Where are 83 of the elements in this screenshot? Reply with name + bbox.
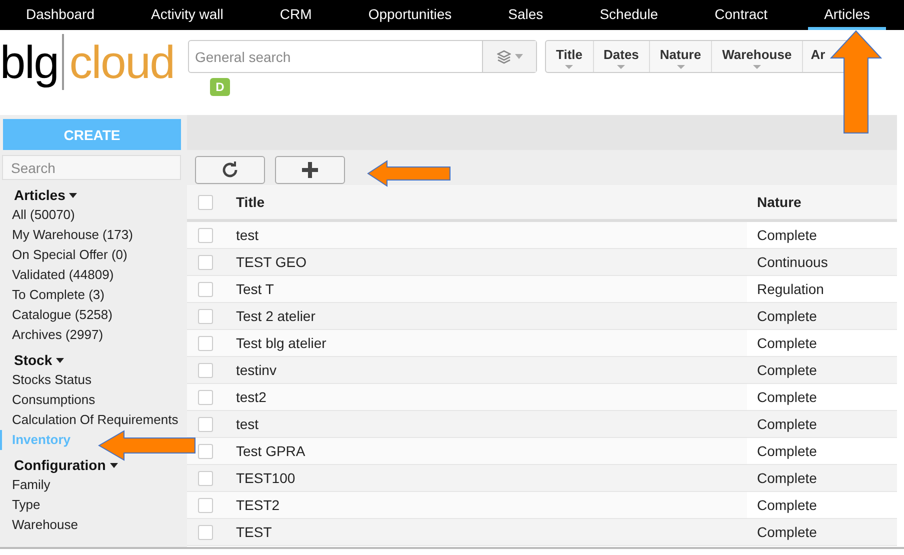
checkbox[interactable] [198, 336, 213, 350]
filter-button[interactable]: Title [546, 41, 594, 72]
caret-icon [56, 358, 64, 362]
nav-tab[interactable]: Dashboard [10, 0, 110, 30]
section-title[interactable]: Configuration [14, 457, 106, 473]
sidebar-item[interactable]: Warehouse [0, 515, 78, 535]
caret-icon [565, 65, 574, 69]
table-cell: Complete [747, 330, 897, 356]
logo: blg cloud [0, 33, 176, 92]
filter-button[interactable]: Ar [802, 41, 831, 72]
nav-tab[interactable]: Schedule [584, 0, 674, 30]
caret-icon [617, 65, 626, 69]
table-cell-text: TEST100 [235, 469, 296, 488]
nav-tab[interactable]: Activity wall [135, 0, 240, 30]
table-cell-text: TEST [235, 523, 273, 542]
caret-icon [69, 192, 78, 198]
filter-button[interactable]: Warehouse [712, 41, 803, 72]
layers-dropdown[interactable] [482, 41, 536, 72]
sidebar-item[interactable]: Archives (2997) [0, 325, 104, 345]
layers-icon [496, 50, 510, 64]
checkbox[interactable] [198, 362, 213, 378]
table-cell-text: test2 [235, 388, 268, 407]
search-input[interactable]: General search [189, 41, 482, 72]
nav-tab[interactable]: CRM [264, 0, 328, 30]
plus-icon [301, 161, 319, 179]
checkbox[interactable] [198, 282, 213, 296]
checkbox[interactable] [198, 498, 213, 512]
sidebar-item[interactable]: Catalogue (5258) [0, 305, 112, 325]
checkbox[interactable] [198, 194, 213, 210]
sidebar-item[interactable]: Calculation Of Requirements [0, 410, 178, 430]
column-header[interactable]: Title [224, 185, 747, 219]
refresh-button[interactable] [195, 156, 265, 184]
checkbox[interactable] [198, 390, 213, 404]
table-cell: Complete [747, 222, 897, 248]
sidebar-item[interactable]: To Complete (3) [0, 285, 104, 305]
search-field[interactable]: Search [2, 155, 181, 180]
sidebar-item[interactable]: Consumptions [0, 390, 96, 410]
caret-icon [676, 65, 685, 69]
search-field[interactable]: General search [188, 40, 537, 73]
table-cell-text: TEST GEO [235, 253, 308, 272]
sidebar-item[interactable]: My Warehouse (173) [0, 225, 133, 245]
table-cell-text: Test GPRA [235, 442, 306, 461]
sidebar-item[interactable]: On Special Offer (0) [0, 245, 128, 265]
table-cell-text: Test blg atelier [235, 334, 328, 353]
checkbox[interactable] [198, 470, 213, 486]
sidebar-item[interactable]: Validated (44809) [0, 265, 114, 285]
section-title[interactable]: Stock [14, 352, 52, 368]
table-cell: Complete [747, 384, 897, 410]
checkbox[interactable] [198, 308, 213, 324]
arrow-icon [98, 430, 196, 461]
sidebar-item[interactable]: Type [0, 495, 40, 515]
checkbox[interactable] [198, 254, 213, 270]
sidebar-item[interactable]: Family [0, 475, 50, 495]
caret-icon [752, 65, 761, 69]
badge: D [210, 78, 230, 96]
checkbox[interactable] [198, 524, 213, 540]
filter-button[interactable]: Nature [650, 41, 712, 72]
filter-button[interactable]: Dates [594, 41, 650, 72]
table-cell-text: test [235, 415, 260, 434]
nav-tab[interactable]: Contract [698, 0, 784, 30]
caret-icon [514, 54, 522, 59]
section-title[interactable]: Articles [14, 187, 66, 203]
table-cell-text: TEST2 [235, 496, 281, 515]
add-button[interactable] [275, 156, 345, 184]
arrow-icon [830, 30, 882, 134]
table-cell-text: Test 2 atelier [235, 307, 316, 326]
sidebar-item[interactable]: Stocks Status [0, 370, 92, 390]
table-cell-text: test [235, 226, 260, 245]
sidebar-item[interactable]: All (50070) [0, 205, 75, 225]
checkbox[interactable] [198, 444, 213, 458]
nav-tab[interactable]: Opportunities [352, 0, 468, 30]
table-cell-text: Test T [235, 280, 275, 299]
table-cell: Complete [747, 492, 897, 518]
refresh-icon [221, 161, 239, 179]
table-cell: Complete [747, 438, 897, 464]
arrow-icon [367, 160, 451, 187]
table-cell-text: testinv [235, 361, 278, 380]
nav-tab[interactable]: Articles [808, 0, 886, 30]
column-header[interactable]: Nature [747, 185, 897, 219]
checkbox[interactable] [198, 228, 213, 242]
table-cell: Regulation [747, 276, 897, 302]
checkbox[interactable] [198, 416, 213, 432]
nav-tab[interactable]: Sales [492, 0, 560, 30]
